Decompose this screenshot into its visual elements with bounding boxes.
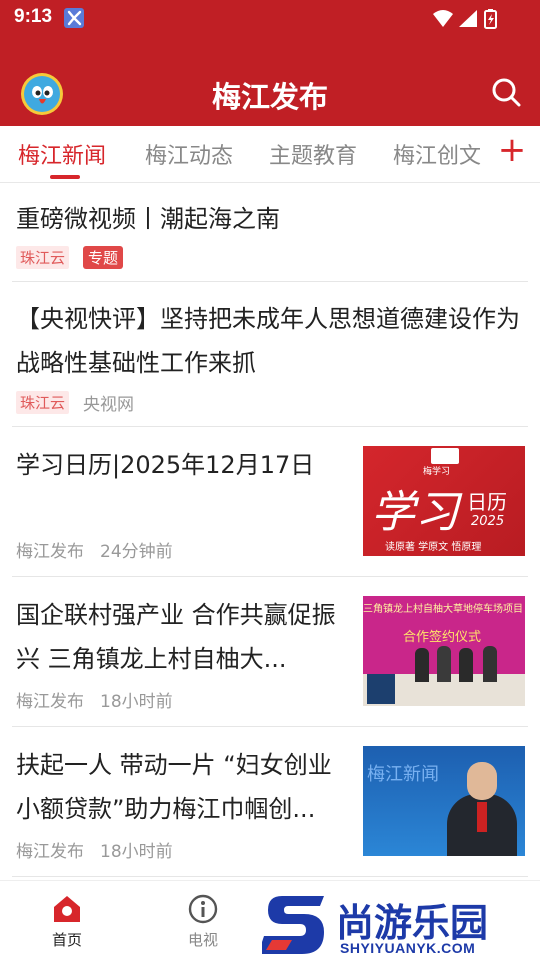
news-source: 梅江发布 [16, 542, 84, 562]
special-topic-badge: 专题 [83, 246, 124, 269]
news-headline: 国企联村强产业 合作共赢促振兴 三角镇龙上村自柚大... [16, 601, 336, 673]
search-icon[interactable] [490, 76, 522, 108]
news-time: 24分钟前 [100, 542, 173, 562]
news-meta: 梅江发布 18小时前 [16, 837, 173, 862]
news-headline: 学习日历|2025年12月17日 [16, 451, 315, 479]
news-source: 央视网 [83, 395, 135, 415]
news-time: 18小时前 [100, 692, 173, 712]
news-thumbnail-study-calendar[interactable]: 梅学习 学习 日历 2025 读原著 学原文 悟原理 [363, 446, 525, 556]
status-bar: 9:13 [0, 0, 540, 36]
nav-home-label: 首页 [51, 931, 82, 949]
news-time: 18小时前 [100, 842, 173, 862]
source-tag: 珠江云 [16, 391, 70, 414]
add-channel-button[interactable]: + [496, 132, 528, 168]
tab-meijiang-news[interactable]: 梅江新闻 [18, 138, 106, 170]
news-meta: 梅江发布 18小时前 [16, 687, 173, 712]
tab-meijiang-dynamics[interactable]: 梅江动态 [145, 138, 233, 170]
signal-icon [459, 10, 477, 27]
news-thumbnail-news-anchor[interactable]: 梅江新闻 [363, 746, 525, 856]
watermark-url: SHYIYUANYK.COM [340, 940, 476, 956]
system-status-icons [433, 9, 497, 29]
status-time: 9:13 [14, 6, 53, 27]
tab-theme-education[interactable]: 主题教育 [269, 138, 357, 170]
thumb-studio-logo: 梅江新闻 [367, 764, 439, 785]
battery-icon [484, 9, 497, 29]
news-item[interactable]: 【央视快评】坚持把未成年人思想道德建设作为战略性基础性工作来抓 珠江云 央视网 [12, 282, 528, 427]
news-item[interactable]: 国企联村强产业 合作共赢促振兴 三角镇龙上村自柚大... 梅江发布 18小时前 … [12, 577, 528, 727]
news-item[interactable]: 重磅微视频丨潮起海之南 珠江云 专题 [12, 182, 528, 282]
nav-tv-label: 电视 [187, 931, 218, 949]
news-item[interactable]: 学习日历|2025年12月17日 梅江发布 24分钟前 梅学习 学习 日历 20… [12, 427, 528, 577]
thumb-calendar-text: 日历 [467, 490, 507, 514]
thumb-year: 2025 [471, 514, 505, 529]
news-item[interactable]: 扶起一人 带动一片 “妇女创业小额贷款”助力梅江巾帼创... 梅江发布 18小时… [12, 727, 528, 877]
thumb-big-text: 学习 [371, 487, 459, 538]
watermark-name: 尚游乐园 [336, 901, 489, 945]
home-icon [54, 896, 80, 922]
news-thumbnail-signing-ceremony[interactable]: 三角镇龙上村自柚大草地停车场项目 合作签约仪式 [363, 596, 525, 706]
thumb-sub: 合作签约仪式 [403, 630, 482, 645]
news-meta: 梅江发布 24分钟前 [16, 537, 173, 562]
app-header: 梅江发布 [0, 36, 540, 126]
news-meta: 珠江云 专题 [16, 246, 124, 269]
channel-tabs: 梅江新闻 梅江动态 主题教育 梅江创文 + [0, 126, 540, 183]
thumb-caption: 读原著 学原文 悟原理 [385, 542, 482, 553]
nav-home[interactable]: 首页 [27, 893, 107, 950]
news-headline: 重磅微视频丨潮起海之南 [16, 205, 280, 233]
news-headline: 【央视快评】坚持把未成年人思想道德建设作为战略性基础性工作来抓 [16, 305, 520, 377]
nav-tv[interactable]: 电视 [163, 893, 243, 950]
news-headline: 扶起一人 带动一片 “妇女创业小额贷款”助力梅江巾帼创... [16, 751, 332, 823]
info-icon [188, 894, 218, 924]
active-tab-indicator [50, 175, 80, 179]
news-meta: 珠江云 央视网 [16, 390, 134, 415]
watermark-s-logo-icon [262, 896, 324, 954]
thumb-banner: 三角镇龙上村自柚大草地停车场项目 [363, 604, 523, 615]
tab-meijiang-civilization[interactable]: 梅江创文 [393, 138, 481, 170]
source-tag: 珠江云 [16, 246, 70, 269]
news-source: 梅江发布 [16, 692, 84, 712]
site-watermark: 尚游乐园 SHYIYUANYK.COM [262, 892, 540, 960]
news-feed: 重磅微视频丨潮起海之南 珠江云 专题 【央视快评】坚持把未成年人思想道德建设作为… [0, 182, 540, 877]
page-title: 梅江发布 [211, 80, 328, 114]
wifi-icon [433, 10, 453, 27]
notification-app-icon [64, 8, 84, 28]
news-source: 梅江发布 [16, 842, 84, 862]
